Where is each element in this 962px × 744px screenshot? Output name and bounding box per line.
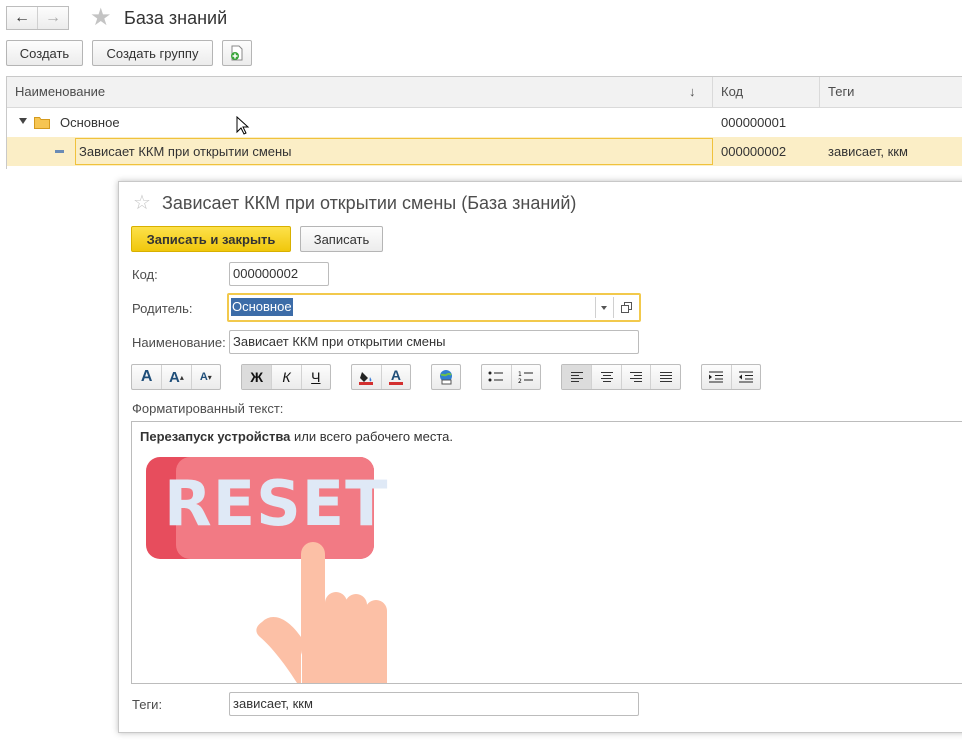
parent-value: Основное	[231, 298, 293, 316]
item-icon	[55, 150, 64, 153]
save-and-close-button[interactable]: Записать и закрыть	[131, 226, 291, 252]
text-style-group: Ж К Ч	[241, 364, 331, 390]
bullet-list-icon[interactable]	[482, 365, 511, 389]
svg-text:2: 2	[518, 378, 522, 384]
table-header: Наименование ↓ Код Теги	[7, 77, 962, 108]
sort-arrow-icon[interactable]: ↓	[689, 84, 696, 99]
mouse-cursor-icon	[236, 116, 250, 135]
column-header-name[interactable]: Наименование	[7, 77, 713, 107]
item-form-window: ☆ Зависает ККМ при открытии смены (База …	[118, 181, 962, 733]
star-icon[interactable]: ☆	[133, 190, 151, 215]
indent-group	[701, 364, 761, 390]
list-group: 12	[481, 364, 541, 390]
font-larger-icon[interactable]: A ▴	[161, 365, 190, 389]
dropdown-arrow-icon[interactable]	[601, 306, 607, 310]
table-row[interactable]: Основное 000000001	[7, 108, 962, 137]
font-icon[interactable]: A	[132, 365, 161, 389]
expand-triangle-icon[interactable]	[19, 118, 27, 124]
folder-icon	[34, 117, 50, 129]
name-label: Наименование:	[132, 335, 226, 350]
parent-field[interactable]: Основное	[227, 293, 641, 322]
font-size-group: A A ▴ A ▾	[131, 364, 221, 390]
align-center-icon[interactable]	[591, 365, 621, 389]
row-tags	[820, 108, 828, 137]
create-button[interactable]: Создать	[6, 40, 83, 66]
justify-icon[interactable]	[650, 365, 680, 389]
star-icon[interactable]: ★	[90, 6, 112, 30]
numbered-list-icon[interactable]: 12	[510, 365, 540, 389]
row-code: 000000002	[721, 144, 787, 159]
create-group-button[interactable]: Создать группу	[92, 40, 213, 66]
code-label: Код:	[132, 267, 158, 282]
fill-color-icon[interactable]	[352, 365, 381, 389]
tags-label: Теги:	[132, 697, 163, 712]
name-field[interactable]: Зависает ККМ при открытии смены	[229, 330, 639, 354]
pointing-hand-icon	[256, 542, 387, 683]
code-field[interactable]: 000000002	[229, 262, 329, 286]
bold-icon[interactable]: Ж	[242, 365, 272, 389]
tags-field[interactable]: зависает, ккм	[229, 692, 639, 716]
column-header-code[interactable]: Код	[713, 77, 820, 107]
alignment-group	[561, 364, 681, 390]
indent-increase-icon[interactable]	[702, 365, 731, 389]
row-name: Основное	[60, 115, 120, 130]
align-right-icon[interactable]	[620, 365, 651, 389]
rich-text-label: Форматированный текст:	[132, 401, 284, 416]
page-title: База знаний	[124, 8, 228, 28]
table-row-selected[interactable]: Зависает ККМ при открытии смены 00000000…	[7, 137, 962, 166]
underline-icon[interactable]: Ч	[300, 365, 330, 389]
reset-label: RESET	[164, 467, 389, 540]
rich-text-paragraph: Перезапуск устройства или всего рабочего…	[140, 429, 453, 444]
insert-picture-icon[interactable]	[432, 365, 460, 389]
history-nav: ← →	[6, 6, 69, 30]
knowledge-base-table: Наименование ↓ Код Теги Основное 0000000…	[6, 76, 962, 169]
add-document-icon	[231, 45, 243, 61]
row-name: Зависает ККМ при открытии смены	[79, 144, 292, 159]
save-button[interactable]: Записать	[300, 226, 383, 252]
rich-text-normal: или всего рабочего места.	[290, 429, 453, 444]
indent-decrease-icon[interactable]	[730, 365, 760, 389]
svg-text:1: 1	[518, 371, 522, 378]
align-left-icon[interactable]	[562, 365, 592, 389]
font-smaller-icon[interactable]: A ▾	[190, 365, 220, 389]
row-code: 000000001	[721, 115, 787, 130]
italic-icon[interactable]: К	[271, 365, 300, 389]
column-header-tags[interactable]: Теги	[820, 77, 962, 107]
parent-label: Родитель:	[132, 301, 193, 316]
row-tags: зависает, ккм	[828, 144, 908, 159]
form-title: Зависает ККМ при открытии смены (База зн…	[162, 193, 577, 213]
color-group: A	[351, 364, 411, 390]
insert-image-group	[431, 364, 461, 390]
text-color-icon[interactable]: A	[380, 365, 410, 389]
arrow-right-icon[interactable]: →	[37, 7, 68, 29]
open-item-icon[interactable]	[621, 302, 632, 313]
rich-text-editor[interactable]: Перезапуск устройства или всего рабочего…	[131, 421, 962, 684]
arrow-left-icon[interactable]: ←	[7, 7, 37, 29]
rich-text-bold: Перезапуск устройства	[140, 429, 291, 444]
add-document-button[interactable]	[222, 40, 252, 66]
